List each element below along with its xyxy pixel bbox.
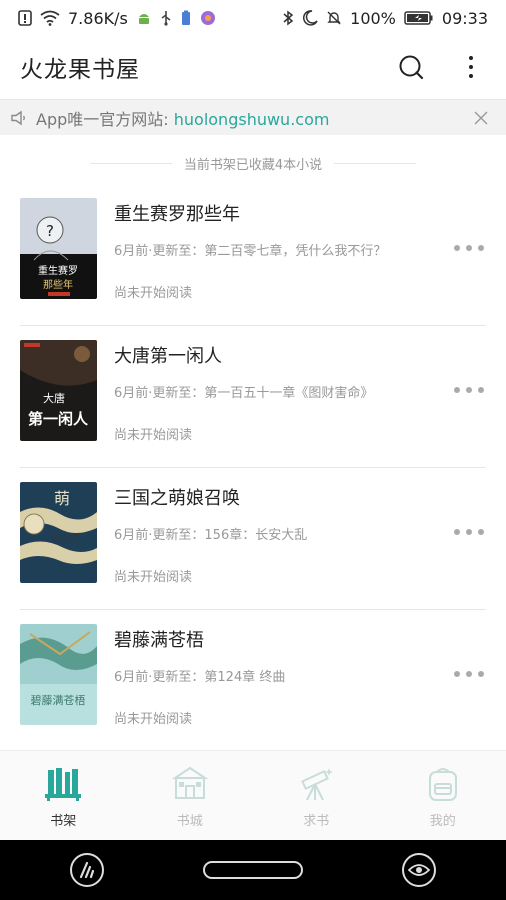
more-options-icon[interactable] — [454, 380, 484, 400]
android-icon — [136, 10, 152, 26]
system-nav-bar — [0, 840, 506, 900]
sim-alert-icon — [18, 10, 32, 26]
nav-label: 我的 — [429, 814, 456, 829]
cover-title: 第一闲人 — [28, 410, 89, 428]
bluetooth-icon — [282, 10, 294, 26]
svg-text:?: ? — [46, 222, 54, 240]
book-item[interactable]: 大唐 第一闲人 大唐第一闲人 6月前·更新至：第一百五十一章《图财害命》 尚未开… — [0, 326, 506, 468]
book-update: 6月前·更新至：第124章 终曲 — [114, 670, 286, 685]
book-title: 三国之萌娘召唤 — [114, 488, 240, 509]
store-icon — [171, 766, 209, 806]
status-left: 7.86K/s — [18, 9, 216, 28]
divider — [334, 162, 417, 164]
close-icon[interactable] — [466, 103, 496, 133]
more-options-icon[interactable] — [454, 664, 484, 684]
clock: 09:33 — [441, 8, 488, 28]
nav-request[interactable]: 求书 — [253, 751, 380, 840]
shelf-count-text: 当前书架已收藏4本小说 — [183, 157, 323, 173]
cover-title: 碧藤满苍梧 — [31, 693, 86, 707]
book-item[interactable]: 碧藤满苍梧 碧藤满苍梧 6月前·更新至：第124章 终曲 尚未开始阅读 — [0, 610, 506, 752]
notice-text: App唯一官方网站: huolongshuwu.com — [36, 106, 466, 130]
reading-status: 尚未开始阅读 — [114, 286, 193, 301]
more-options-icon[interactable] — [454, 522, 484, 542]
nav-label: 书架 — [50, 814, 77, 829]
status-right: 100% 09:33 — [282, 9, 488, 28]
notice-prefix: App唯一官方网站: — [36, 109, 174, 129]
backpack-icon — [424, 766, 462, 806]
book-item[interactable]: ? 重生赛罗 那些年 重生赛罗那些年 6月前·更新至：第二百零七章，凭什么我不行… — [0, 184, 506, 326]
app-notification-icon — [200, 10, 216, 26]
battery-app-icon — [180, 10, 192, 26]
app-bar: 火龙果书屋 — [0, 36, 506, 98]
net-speed: 7.86K/s — [68, 8, 128, 28]
notice-link[interactable]: huolongshuwu.com — [174, 110, 330, 129]
bookshelf-icon — [44, 766, 82, 806]
book-cover[interactable]: 大唐 第一闲人 — [20, 340, 97, 441]
book-title: 碧藤满苍梧 — [114, 630, 204, 651]
telescope-icon — [297, 766, 335, 806]
wifi-icon — [40, 10, 60, 26]
official-site-notice: App唯一官方网站: huolongshuwu.com — [0, 99, 506, 135]
book-update: 6月前·更新至：156章：长安大乱 — [114, 528, 308, 543]
book-cover[interactable]: 碧藤满苍梧 — [20, 624, 97, 725]
battery-icon — [404, 10, 434, 26]
app-title: 火龙果书屋 — [20, 57, 140, 83]
more-options-icon[interactable] — [454, 238, 484, 258]
nav-label: 书城 — [176, 814, 203, 829]
divider — [89, 162, 172, 164]
moon-icon — [302, 10, 318, 26]
battery-percent: 100% — [350, 8, 396, 28]
nav-bookshelf[interactable]: 书架 — [0, 751, 127, 840]
nav-store[interactable]: 书城 — [127, 751, 254, 840]
bottom-nav: 书架 书城 求书 我的 — [0, 750, 506, 840]
back-gesture-icon[interactable] — [70, 853, 104, 887]
cover-title: 萌 — [54, 489, 70, 508]
nav-mine[interactable]: 我的 — [380, 751, 506, 840]
book-cover[interactable]: ? 重生赛罗 那些年 — [20, 198, 97, 299]
reading-status: 尚未开始阅读 — [114, 712, 193, 727]
speaker-icon — [10, 110, 28, 126]
shelf-count: 当前书架已收藏4本小说 — [0, 150, 506, 176]
book-update: 6月前·更新至：第一百五十一章《图财害命》 — [114, 386, 374, 401]
mute-bell-icon — [326, 10, 342, 26]
reading-status: 尚未开始阅读 — [114, 428, 193, 443]
status-bar: 7.86K/s 100% 09:33 — [0, 0, 506, 36]
book-title: 重生赛罗那些年 — [114, 204, 240, 225]
book-item[interactable]: 萌 娘召唤 三国之萌娘召唤 6月前·更新至：156章：长安大乱 尚未开始阅读 — [0, 468, 506, 610]
recents-icon[interactable] — [402, 853, 436, 887]
nav-label: 求书 — [303, 814, 330, 829]
book-cover[interactable]: 萌 娘召唤 — [20, 482, 97, 583]
usb-icon — [160, 10, 172, 26]
book-title: 大唐第一闲人 — [114, 346, 222, 367]
book-update: 6月前·更新至：第二百零七章，凭什么我不行？ — [114, 244, 387, 259]
cover-title: 重生赛罗 — [38, 264, 78, 277]
app-actions — [396, 52, 486, 82]
home-pill[interactable] — [203, 861, 303, 879]
search-icon[interactable] — [396, 52, 426, 82]
reading-status: 尚未开始阅读 — [114, 570, 193, 585]
cover-title: 那些年 — [43, 278, 73, 291]
more-vert-icon[interactable] — [456, 52, 486, 82]
cover-title: 娘召唤 — [51, 532, 81, 545]
cover-title: 大唐 — [43, 391, 65, 405]
